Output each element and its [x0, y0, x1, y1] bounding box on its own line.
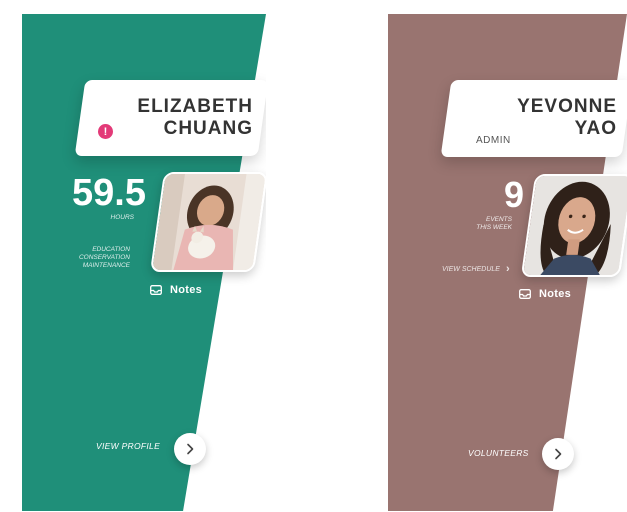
notes-label: Notes: [539, 288, 572, 300]
notes-button[interactable]: Notes: [150, 284, 202, 296]
volunteers-link[interactable]: VOLUNTEERS: [468, 448, 529, 458]
inbox-icon: [519, 289, 531, 299]
hours-label: HOURS: [110, 214, 134, 221]
inbox-icon: [150, 285, 162, 295]
view-schedule-link[interactable]: VIEW SCHEDULE ›: [442, 263, 510, 275]
name-last: CHUANG: [163, 118, 253, 139]
profile-card-yevonne: YEVONNE YAO ADMIN 9 EVENTS THIS WEEK VIE…: [388, 14, 627, 511]
chevron-right-icon: ›: [505, 263, 510, 275]
tags-list: EDUCATION CONSERVATION MAINTENANCE: [58, 246, 130, 270]
events-label-line1: EVENTS: [485, 216, 512, 223]
profile-card-elizabeth: ELIZABETH CHUANG ! 59.5 HOURS EDUCATION …: [22, 14, 266, 511]
tag-education: EDUCATION: [92, 246, 130, 253]
events-value: 9: [503, 174, 524, 215]
name-box: ELIZABETH CHUANG !: [74, 80, 266, 156]
notes-button[interactable]: Notes: [519, 288, 571, 300]
view-schedule-label: VIEW SCHEDULE: [442, 265, 500, 273]
notes-label: Notes: [170, 284, 203, 296]
hours-value: 59.5: [72, 172, 146, 214]
name-first: ELIZABETH: [137, 96, 253, 117]
woman-with-dog-photo: [152, 174, 266, 270]
profile-photo[interactable]: [149, 172, 266, 272]
chevron-right-icon: [555, 448, 562, 460]
profile-photo[interactable]: [520, 174, 627, 277]
name-box: YEVONNE YAO ADMIN: [440, 80, 627, 157]
woman-portrait-photo: [523, 176, 627, 275]
role-label: ADMIN: [476, 135, 511, 146]
events-label: EVENTS THIS WEEK: [452, 216, 512, 232]
events-label-line2: THIS WEEK: [476, 224, 512, 231]
view-profile-button[interactable]: [174, 433, 206, 465]
tag-conservation: CONSERVATION: [78, 254, 130, 261]
view-profile-link[interactable]: VIEW PROFILE: [96, 441, 160, 451]
volunteers-button[interactable]: [542, 438, 574, 470]
tag-maintenance: MAINTENANCE: [82, 262, 130, 269]
chevron-right-icon: [187, 443, 194, 455]
alert-icon[interactable]: !: [98, 124, 113, 139]
name-first: YEVONNE: [517, 96, 617, 117]
name-last: YAO: [574, 118, 617, 139]
